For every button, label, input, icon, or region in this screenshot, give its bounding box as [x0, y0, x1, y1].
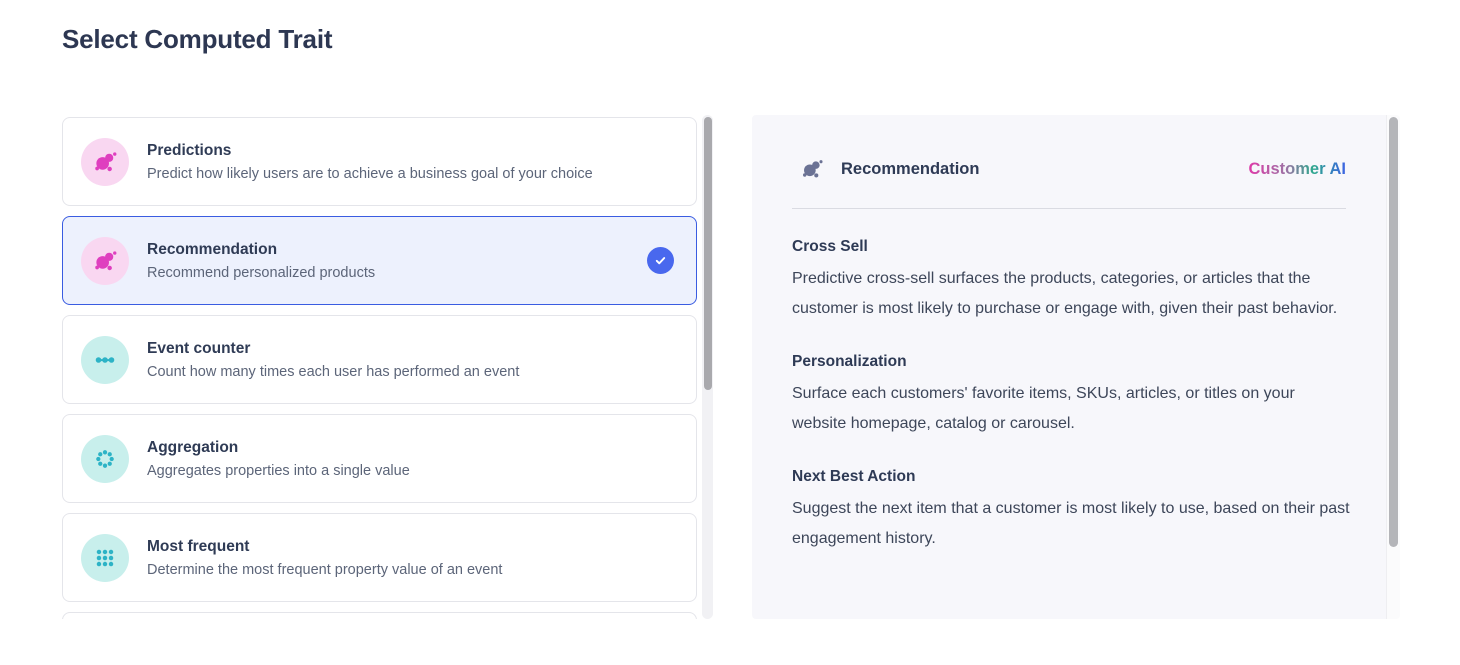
trait-card-most-frequent[interactable]: Most frequent Determine the most frequen…: [62, 513, 697, 602]
section-body: Suggest the next item that a customer is…: [792, 494, 1352, 554]
divider: [792, 208, 1346, 209]
trait-card-aggregation[interactable]: Aggregation Aggregates properties into a…: [62, 414, 697, 503]
detail-panel: Recommendation Customer AI Cross Sell Pr…: [752, 115, 1400, 619]
trait-card-description: Aggregates properties into a single valu…: [147, 463, 410, 479]
trait-card-title: Predictions: [147, 142, 593, 160]
dot-grid-icon: [81, 534, 129, 582]
detail-panel-title: Recommendation: [841, 160, 979, 179]
section-personalization: Personalization Surface each customers' …: [792, 353, 1352, 439]
panel-scrollbar-thumb[interactable]: [1389, 117, 1398, 547]
trait-card-partial[interactable]: [62, 612, 697, 619]
page-title: Select Computed Trait: [62, 24, 332, 55]
dots-line-icon: [81, 336, 129, 384]
trait-cards: Predictions Predict how likely users are…: [62, 115, 697, 619]
customer-ai-badge: Customer AI: [1249, 160, 1347, 179]
trait-card-event-counter[interactable]: Event counter Count how many times each …: [62, 315, 697, 404]
trait-card-description: Count how many times each user has perfo…: [147, 364, 519, 380]
selected-check-icon: [647, 247, 674, 274]
ml-cluster-icon: [800, 157, 824, 181]
list-scrollbar-thumb[interactable]: [704, 117, 712, 390]
trait-card-description: Determine the most frequent property val…: [147, 562, 502, 578]
section-next-best-action: Next Best Action Suggest the next item t…: [792, 468, 1352, 554]
ml-cluster-icon: [81, 237, 129, 285]
section-body: Predictive cross-sell surfaces the produ…: [792, 264, 1352, 324]
dot-ring-icon: [81, 435, 129, 483]
section-heading: Next Best Action: [792, 468, 1352, 486]
trait-list: Predictions Predict how likely users are…: [62, 115, 713, 619]
detail-panel-header: Recommendation Customer AI: [792, 157, 1346, 181]
trait-card-title: Recommendation: [147, 241, 375, 259]
section-body: Surface each customers' favorite items, …: [792, 379, 1352, 439]
ml-cluster-icon: [81, 138, 129, 186]
panel-scrollbar[interactable]: [1386, 115, 1400, 619]
section-heading: Cross Sell: [792, 238, 1352, 256]
section-cross-sell: Cross Sell Predictive cross-sell surface…: [792, 238, 1352, 324]
trait-card-predictions[interactable]: Predictions Predict how likely users are…: [62, 117, 697, 206]
trait-card-description: Predict how likely users are to achieve …: [147, 166, 593, 182]
trait-card-title: Most frequent: [147, 538, 502, 556]
list-scrollbar[interactable]: [702, 115, 713, 619]
section-heading: Personalization: [792, 353, 1352, 371]
trait-card-title: Event counter: [147, 340, 519, 358]
trait-card-title: Aggregation: [147, 439, 410, 457]
trait-card-recommendation[interactable]: Recommendation Recommend personalized pr…: [62, 216, 697, 305]
trait-card-description: Recommend personalized products: [147, 265, 375, 281]
